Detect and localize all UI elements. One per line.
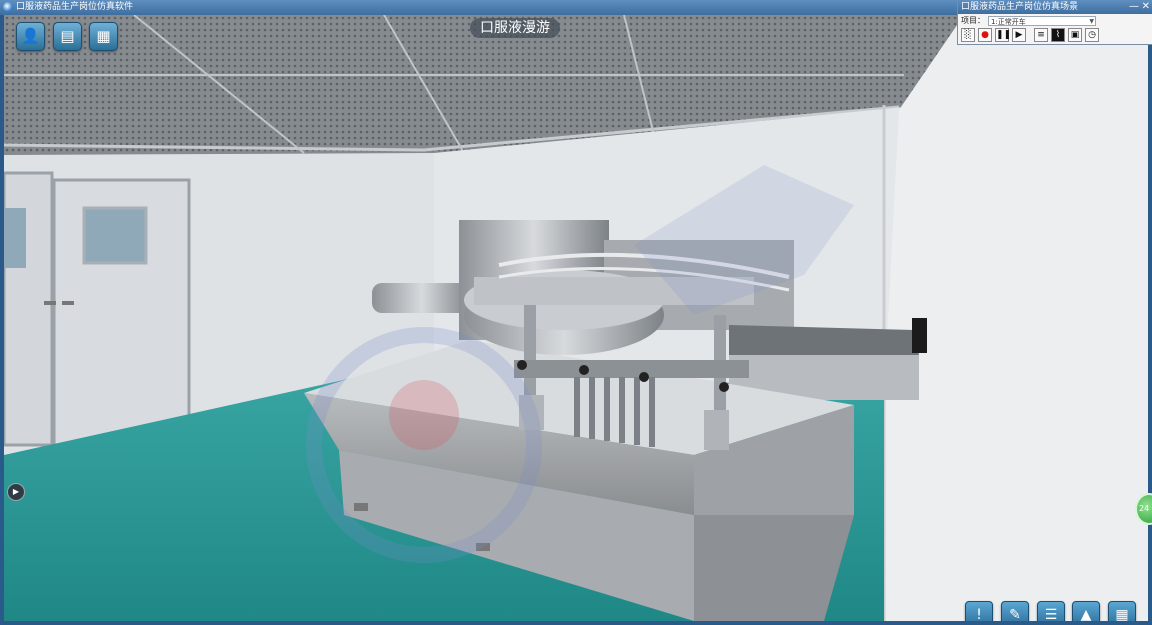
play-icon: ▶ [1015,30,1023,40]
chart-icon: ⌇ [1055,30,1061,40]
camera-button[interactable]: ▣ [1068,28,1082,42]
badge-label: 24 [1139,504,1150,513]
clock-button[interactable]: ◷ [1085,28,1099,42]
chart-button[interactable]: ⌇ [1051,28,1065,42]
play-button[interactable]: ▶ [1012,28,1026,42]
graduation-icon: ▲ [1080,607,1092,621]
record-button[interactable]: ● [978,28,992,42]
3d-viewport[interactable]: 👤 ▤ ▦ 口服液漫游 ▶ ! ✎ ☰ ▲ ▦ [4,15,1148,621]
alert-button[interactable]: ! [965,601,993,621]
control-panel: 口服液药品生产岗位仿真场景 — ✕ 项目： 1:正常开车 ▼ ░ ● ❚❚ ▶ … [957,0,1152,45]
panel-titlebar: 口服液药品生产岗位仿真场景 — ✕ [958,0,1152,14]
inventory-button[interactable]: ▤ [53,22,82,51]
grid-button[interactable]: ░ [961,28,975,42]
pause-icon: ❚❚ [996,30,1012,40]
book-icon: ▦ [96,27,111,45]
book-button[interactable]: ▦ [89,22,118,51]
camera-icon: ▣ [1070,30,1080,40]
play-arrow-icon: ▶ [12,487,20,496]
app-logo-icon [3,2,13,12]
graduation-button[interactable]: ▲ [1072,601,1100,621]
app-window: 口服液药品生产岗位仿真软件 👤 ▤ ▦ 口服液漫游 ▶ ! ✎ ☰ ▲ ▦ 24… [0,0,1152,625]
checklist-icon: ☰ [1044,607,1058,621]
list-button[interactable]: ≡ [1034,28,1048,42]
record-icon: ● [981,30,989,40]
scene-render [4,15,1148,621]
project-select[interactable]: 1:正常开车 ▼ [988,16,1096,26]
menu-icon: ▦ [1115,607,1129,621]
project-label: 项目： [961,16,985,25]
window-title: 口服液药品生产岗位仿真软件 [16,2,134,12]
pause-button[interactable]: ❚❚ [995,28,1012,42]
panel-title: 口服液药品生产岗位仿真场景 [961,2,1079,12]
chevron-down-icon: ▼ [1089,18,1094,25]
side-panel-toggle[interactable]: ▶ [7,483,25,501]
inventory-icon: ▤ [60,27,75,45]
user-button[interactable]: 👤 [16,22,45,51]
edit-button[interactable]: ✎ [1001,601,1029,621]
project-value: 1:正常开车 [991,18,1026,26]
grid-icon: ░ [964,30,972,40]
alert-icon: ! [976,607,982,621]
close-button[interactable]: ✕ [1142,0,1150,14]
clock-icon: ◷ [1088,30,1096,40]
user-icon: 👤 [21,27,40,45]
minimize-button[interactable]: — [1129,0,1139,14]
list-icon: ≡ [1037,30,1045,40]
menu-button[interactable]: ▦ [1108,601,1136,621]
edit-icon: ✎ [1009,607,1021,621]
scene-title: 口服液漫游 [470,18,560,38]
checklist-button[interactable]: ☰ [1037,601,1065,621]
